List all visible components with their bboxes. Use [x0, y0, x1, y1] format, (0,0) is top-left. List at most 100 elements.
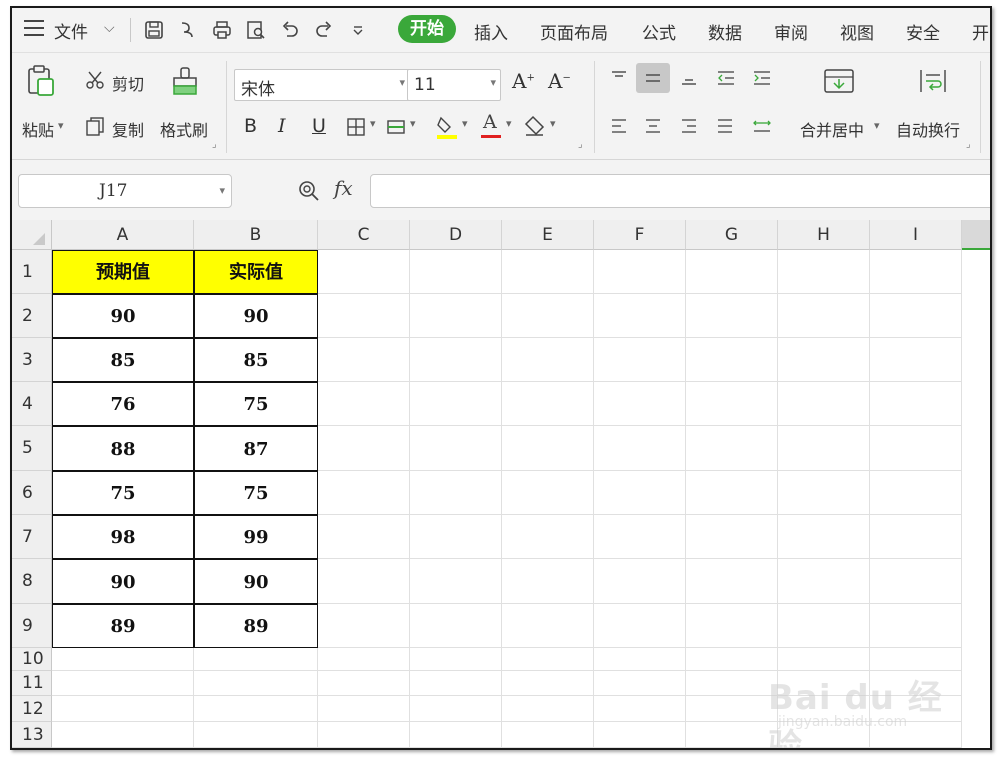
cell-a12[interactable]	[52, 696, 194, 722]
cell-g3[interactable]	[686, 338, 778, 382]
cell-g6[interactable]	[686, 471, 778, 515]
cell-i6[interactable]	[870, 471, 962, 515]
cell-c5[interactable]	[318, 426, 410, 471]
data-cell[interactable]: 90	[194, 294, 318, 338]
cell-h5[interactable]	[778, 426, 870, 471]
file-menu[interactable]: 文件	[54, 18, 88, 43]
cell-g9[interactable]	[686, 604, 778, 648]
cell-b13[interactable]	[194, 722, 318, 748]
fill-color-icon[interactable]	[434, 113, 460, 141]
dialog-launcher-icon[interactable]: ⌟	[578, 139, 583, 150]
cell-d10[interactable]	[410, 648, 502, 671]
cell-b12[interactable]	[194, 696, 318, 722]
cell-h3[interactable]	[778, 338, 870, 382]
tab-review[interactable]: 审阅	[774, 19, 808, 44]
cell-i8[interactable]	[870, 559, 962, 604]
data-cell[interactable]: 85	[194, 338, 318, 382]
cell-f4[interactable]	[594, 382, 686, 426]
cell-g1[interactable]	[686, 250, 778, 294]
align-middle-icon[interactable]	[636, 63, 670, 93]
tab-more[interactable]: 开	[972, 19, 989, 44]
cell-e4[interactable]	[502, 382, 594, 426]
data-cell[interactable]: 89	[194, 604, 318, 648]
data-cell[interactable]: 98	[52, 515, 194, 559]
cell-c11[interactable]	[318, 671, 410, 696]
row-header-5[interactable]: 5	[12, 426, 52, 471]
cell-e3[interactable]	[502, 338, 594, 382]
align-bottom-icon[interactable]	[678, 67, 700, 89]
cell-i3[interactable]	[870, 338, 962, 382]
cell-f7[interactable]	[594, 515, 686, 559]
cell-g7[interactable]	[686, 515, 778, 559]
cell-c8[interactable]	[318, 559, 410, 604]
cut-button[interactable]: 剪切	[112, 71, 144, 95]
cell-f6[interactable]	[594, 471, 686, 515]
decrease-indent-icon[interactable]	[714, 67, 738, 89]
print-preview-icon[interactable]	[244, 18, 268, 42]
cell-e2[interactable]	[502, 294, 594, 338]
cell-c6[interactable]	[318, 471, 410, 515]
customize-toolbar-icon[interactable]	[346, 18, 370, 42]
cell-d9[interactable]	[410, 604, 502, 648]
chevron-down-icon[interactable]: ⌵	[104, 20, 115, 36]
column-header-b[interactable]: B	[194, 220, 318, 250]
wrap-text-button[interactable]: 自动换行	[896, 117, 960, 141]
cell-a10[interactable]	[52, 648, 194, 671]
data-cell[interactable]: 75	[52, 471, 194, 515]
italic-button[interactable]: I	[278, 115, 286, 137]
data-cell[interactable]: 89	[52, 604, 194, 648]
cell-g12[interactable]	[686, 696, 778, 722]
dialog-launcher-icon[interactable]: ⌟	[966, 139, 971, 150]
tab-formulas[interactable]: 公式	[642, 19, 676, 44]
cell-g8[interactable]	[686, 559, 778, 604]
cell-f11[interactable]	[594, 671, 686, 696]
cell-d7[interactable]	[410, 515, 502, 559]
copy-icon[interactable]	[84, 115, 106, 137]
data-cell[interactable]: 76	[52, 382, 194, 426]
cell-e9[interactable]	[502, 604, 594, 648]
cell-b11[interactable]	[194, 671, 318, 696]
justify-icon[interactable]	[714, 115, 736, 137]
cell-g2[interactable]	[686, 294, 778, 338]
align-center-icon[interactable]	[642, 115, 664, 137]
cell-e1[interactable]	[502, 250, 594, 294]
cell-e8[interactable]	[502, 559, 594, 604]
row-header-12[interactable]: 12	[12, 696, 52, 722]
cell-c7[interactable]	[318, 515, 410, 559]
underline-button[interactable]: U	[312, 115, 326, 137]
row-header-1[interactable]: 1	[12, 250, 52, 294]
dialog-launcher-icon[interactable]: ⌟	[212, 139, 217, 150]
row-header-4[interactable]: 4	[12, 382, 52, 426]
row-header-10[interactable]: 10	[12, 648, 52, 671]
cell-d1[interactable]	[410, 250, 502, 294]
cell-f3[interactable]	[594, 338, 686, 382]
hamburger-menu-icon[interactable]	[24, 20, 44, 36]
cell-g5[interactable]	[686, 426, 778, 471]
cell-c13[interactable]	[318, 722, 410, 748]
tab-page-layout[interactable]: 页面布局	[540, 19, 608, 44]
paste-button[interactable]: 粘贴	[22, 117, 54, 141]
select-all-corner[interactable]	[12, 220, 52, 250]
column-header-a[interactable]: A	[52, 220, 194, 250]
cell-e12[interactable]	[502, 696, 594, 722]
column-header-i[interactable]: I	[870, 220, 962, 250]
row-header-2[interactable]: 2	[12, 294, 52, 338]
tab-data[interactable]: 数据	[708, 19, 742, 44]
cell-c10[interactable]	[318, 648, 410, 671]
cell-a11[interactable]	[52, 671, 194, 696]
align-top-icon[interactable]	[608, 67, 630, 89]
cell-f2[interactable]	[594, 294, 686, 338]
cell-f1[interactable]	[594, 250, 686, 294]
tab-insert[interactable]: 插入	[474, 19, 508, 44]
cell-h7[interactable]	[778, 515, 870, 559]
data-cell[interactable]: 88	[52, 426, 194, 471]
cell-h8[interactable]	[778, 559, 870, 604]
data-cell[interactable]: 75	[194, 471, 318, 515]
cell-d6[interactable]	[410, 471, 502, 515]
data-cell[interactable]: 99	[194, 515, 318, 559]
cell-d4[interactable]	[410, 382, 502, 426]
cell-e10[interactable]	[502, 648, 594, 671]
format-painter-icon[interactable]	[170, 65, 200, 97]
cell-g13[interactable]	[686, 722, 778, 748]
chevron-down-icon[interactable]: ▾	[462, 117, 468, 130]
